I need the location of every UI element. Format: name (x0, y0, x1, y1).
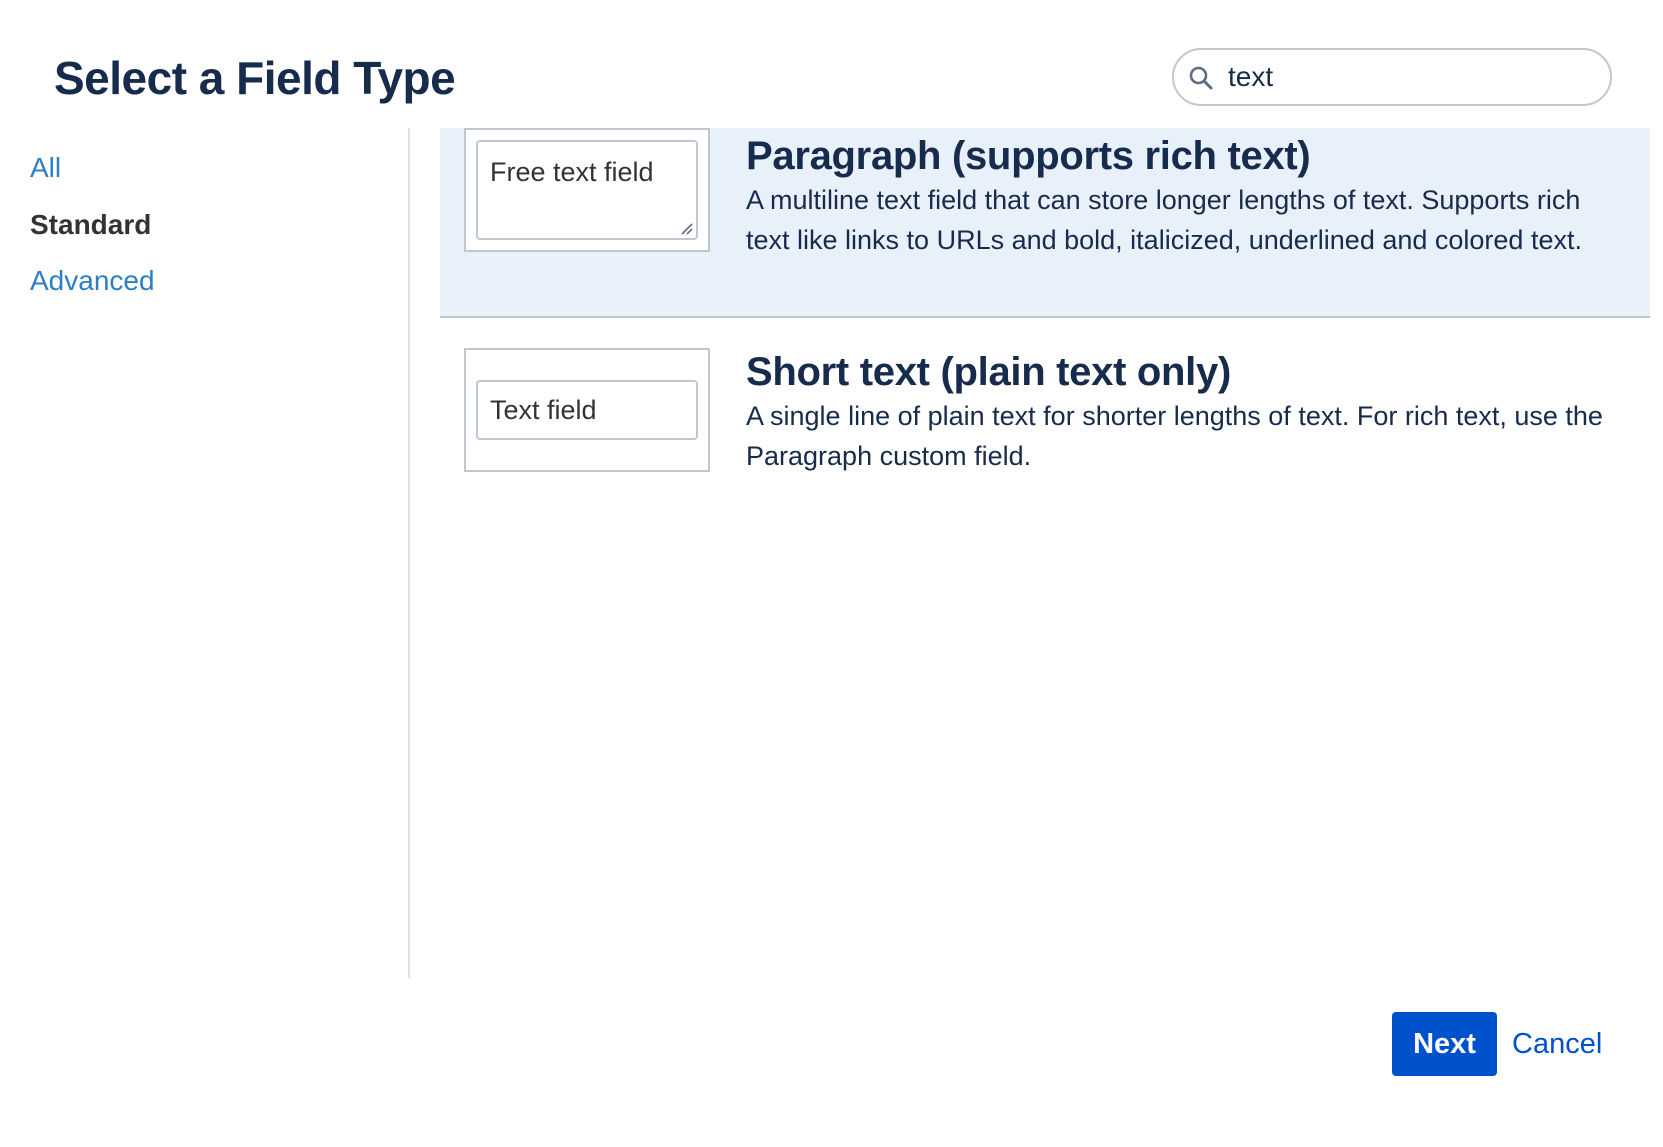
option-description: A multiline text field that can store lo… (746, 185, 1582, 255)
option-title: Paragraph (supports rich text) (746, 134, 1311, 178)
field-preview: Text field (464, 348, 710, 472)
select-field-type-dialog: Select a Field Type All Standard Advance… (0, 0, 1663, 1147)
dialog-header: Select a Field Type (0, 0, 1663, 128)
option-title: Short text (plain text only) (746, 350, 1231, 394)
preview-text: Free text field (490, 157, 654, 187)
category-sidebar: All Standard Advanced (0, 128, 410, 978)
sidebar-item-advanced[interactable]: Advanced (30, 261, 155, 301)
search-icon (1189, 66, 1213, 90)
sidebar-item-all[interactable]: All (30, 148, 61, 188)
field-option-paragraph[interactable]: Free text field Paragraph (supports rich… (440, 128, 1650, 318)
search-box[interactable] (1172, 48, 1612, 106)
option-description: A single line of plain text for shorter … (746, 401, 1603, 471)
dialog-footer: Next Cancel (0, 990, 1663, 1090)
next-button[interactable]: Next (1392, 1012, 1497, 1076)
preview-input: Text field (476, 380, 698, 440)
resize-handle-icon (681, 223, 693, 235)
dialog-title: Select a Field Type (54, 52, 456, 104)
preview-textarea: Free text field (476, 140, 698, 240)
cancel-button[interactable]: Cancel (1512, 1012, 1622, 1076)
field-type-list: Free text field Paragraph (supports rich… (440, 128, 1650, 978)
search-input[interactable] (1228, 58, 1588, 96)
field-option-short-text[interactable]: Text field Short text (plain text only) … (440, 328, 1650, 478)
sidebar-item-standard[interactable]: Standard (30, 205, 151, 245)
field-preview: Free text field (464, 128, 710, 252)
